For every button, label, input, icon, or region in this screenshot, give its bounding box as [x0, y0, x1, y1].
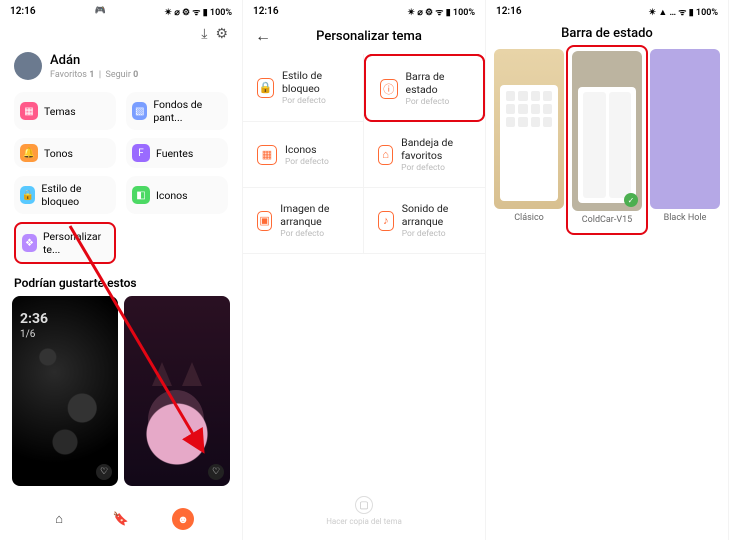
- tile-fondos[interactable]: ▧Fondos de pant...: [126, 92, 228, 130]
- theme-preview: ✓: [572, 51, 642, 211]
- tile-lockstyle[interactable]: 🔒Estilo de bloqueo: [14, 176, 116, 214]
- page-title: Barra de estado: [486, 20, 728, 49]
- category-grid: ▦Temas ▧Fondos de pant... 🔔Tonos FFuente…: [0, 82, 242, 274]
- theme-coldcar[interactable]: ✓ ColdCar-V15: [570, 49, 644, 231]
- top-actions: ⤓ ⚙: [0, 20, 242, 48]
- favorite-icon[interactable]: ♡: [208, 464, 224, 480]
- tile-fuentes[interactable]: FFuentes: [126, 138, 228, 168]
- copy-icon: ▢: [355, 496, 373, 514]
- page-header: ← Personalizar tema: [243, 20, 485, 54]
- icons-icon: ◧: [132, 186, 150, 204]
- profile-row[interactable]: Adán Favoritos 1 | Seguir 0: [0, 48, 242, 82]
- ringtone-icon: 🔔: [20, 144, 38, 162]
- nav-home-icon[interactable]: ⌂: [48, 508, 70, 530]
- status-icons: ✴ ▲ … ᯤ ▮ 100%: [649, 5, 718, 18]
- option-bootimage[interactable]: ▣Imagen de arranquePor defecto: [243, 188, 364, 254]
- theme-blackhole[interactable]: Black Hole: [650, 49, 720, 231]
- recommended-row: 2:361/6 ♡ ♡: [0, 296, 242, 486]
- wallpaper-icon: ▧: [132, 102, 147, 120]
- nav-bookmark-icon[interactable]: 🔖: [110, 508, 132, 530]
- themes-icon: ▦: [20, 102, 38, 120]
- status-time: 12:16: [253, 6, 279, 17]
- screen-customize-theme: 12:16 ✴ ⌀ ⚙ ᯤ ▮ 100% ← Personalizar tema…: [243, 0, 486, 540]
- theme-clasico[interactable]: Clásico: [494, 49, 564, 231]
- screen-themes-home: 12:16 🎮 ✴ ⌀ ⚙ ᯤ ▮ 100% ⤓ ⚙ Adán Favorito…: [0, 0, 243, 540]
- status-time: 12:16: [10, 6, 36, 17]
- options-grid: 🔒Estilo de bloqueoPor defecto ⓘBarra de …: [243, 54, 485, 254]
- page-title: Personalizar tema: [265, 29, 473, 44]
- avatar[interactable]: [14, 52, 42, 80]
- section-title: Podrían gustarte estos: [0, 274, 242, 296]
- copy-theme[interactable]: ▢ Hacer copia del tema: [243, 496, 485, 526]
- settings-icon[interactable]: ⚙: [215, 26, 228, 42]
- theme-list: Clásico ✓ ColdCar-V15 Black Hole: [486, 49, 728, 231]
- screen-statusbar-themes: 12:16 ✴ ▲ … ᯤ ▮ 100% Barra de estado Clá…: [486, 0, 729, 540]
- bottom-nav: ⌂ 🔖 ☻: [0, 504, 242, 534]
- grid-icon: ▦: [257, 145, 277, 165]
- profile-name: Adán: [50, 53, 138, 68]
- tile-temas[interactable]: ▦Temas: [14, 92, 116, 130]
- theme-thumb-1[interactable]: 2:361/6 ♡: [12, 296, 118, 486]
- selected-check-icon: ✓: [624, 193, 638, 207]
- tile-tonos[interactable]: 🔔Tonos: [14, 138, 116, 168]
- customize-icon: ❖: [22, 234, 37, 252]
- favorite-icon[interactable]: ♡: [96, 464, 112, 480]
- image-icon: ▣: [257, 211, 272, 231]
- info-icon: ⓘ: [380, 79, 398, 99]
- theme-preview: [650, 49, 720, 209]
- option-bootsound[interactable]: ♪Sonido de arranquePor defecto: [364, 188, 485, 254]
- font-icon: F: [132, 144, 150, 162]
- option-dock[interactable]: ⌂Bandeja de favoritosPor defecto: [364, 122, 485, 188]
- status-bar: 12:16 ✴ ▲ … ᯤ ▮ 100%: [486, 0, 728, 20]
- option-statusbar[interactable]: ⓘBarra de estadoPor defecto: [364, 54, 485, 122]
- lock-icon: 🔒: [20, 186, 35, 204]
- sound-icon: ♪: [378, 211, 394, 231]
- option-lockstyle[interactable]: 🔒Estilo de bloqueoPor defecto: [243, 54, 364, 122]
- status-gamepad-icon: 🎮: [94, 6, 105, 16]
- profile-stats: Favoritos 1 | Seguir 0: [50, 70, 138, 80]
- status-bar: 12:16 🎮 ✴ ⌀ ⚙ ᯤ ▮ 100%: [0, 0, 242, 20]
- theme-thumb-2[interactable]: ♡: [124, 296, 230, 486]
- nav-profile-icon[interactable]: ☻: [172, 508, 194, 530]
- status-icons: ✴ ⌀ ⚙ ᯤ ▮ 100%: [408, 5, 475, 18]
- theme-preview: [494, 49, 564, 209]
- status-time: 12:16: [496, 6, 522, 17]
- lock-icon: 🔒: [257, 78, 274, 98]
- home-icon: ⌂: [378, 145, 393, 165]
- download-icon[interactable]: ⤓: [201, 26, 207, 42]
- tile-personalizar-tema[interactable]: ❖Personalizar te...: [14, 222, 116, 264]
- tile-iconos[interactable]: ◧Iconos: [126, 176, 228, 214]
- status-bar: 12:16 ✴ ⌀ ⚙ ᯤ ▮ 100%: [243, 0, 485, 20]
- option-icons[interactable]: ▦IconosPor defecto: [243, 122, 364, 188]
- status-icons: ✴ ⌀ ⚙ ᯤ ▮ 100%: [165, 5, 232, 18]
